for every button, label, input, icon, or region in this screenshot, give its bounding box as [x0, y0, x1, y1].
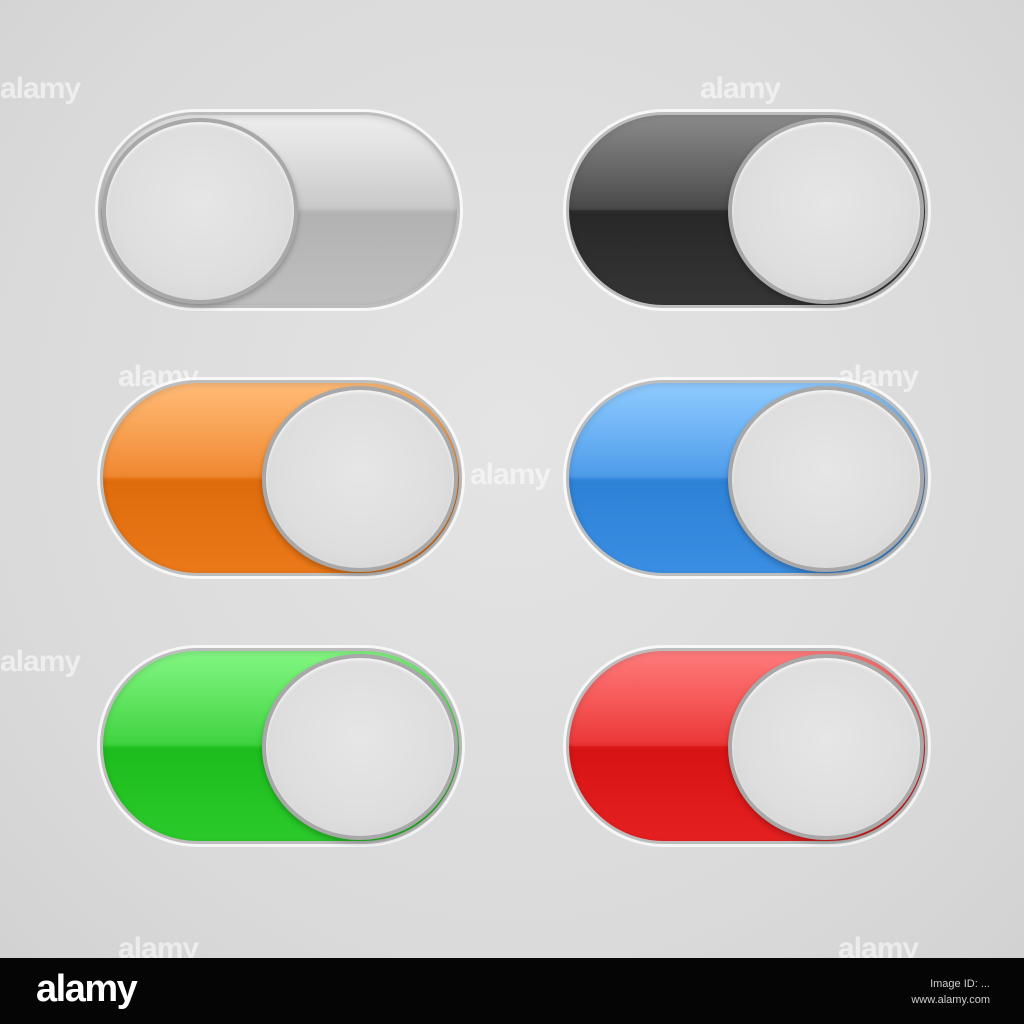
toggle-knob[interactable] — [262, 386, 458, 572]
toggle-canvas: alamy alamy alamy alamy alamy alamy alam… — [0, 0, 1024, 958]
watermark: alamy — [118, 932, 199, 958]
image-meta: Image ID: ... www.alamy.com — [911, 976, 990, 1008]
watermark: alamy — [0, 645, 81, 678]
toggle-knob[interactable] — [262, 654, 458, 840]
black-toggle[interactable] — [566, 112, 928, 308]
image-id: Image ID: ... — [930, 978, 990, 990]
watermark: alamy — [700, 72, 781, 105]
blue-toggle[interactable] — [566, 380, 928, 576]
footer-bar: alamy Image ID: ... www.alamy.com — [0, 958, 1024, 1024]
toggle-knob[interactable] — [728, 654, 924, 840]
gray-toggle[interactable] — [98, 112, 460, 308]
red-toggle[interactable] — [566, 648, 928, 844]
orange-toggle[interactable] — [100, 380, 462, 576]
green-toggle[interactable] — [100, 648, 462, 844]
watermark: alamy — [838, 932, 919, 958]
toggle-knob[interactable] — [728, 118, 924, 304]
site-url: www.alamy.com — [911, 994, 990, 1006]
toggle-knob[interactable] — [728, 386, 924, 572]
watermark: alamy — [470, 458, 551, 491]
brand-logo: alamy — [36, 968, 138, 1010]
toggle-knob[interactable] — [102, 118, 298, 304]
watermark: alamy — [0, 72, 81, 105]
